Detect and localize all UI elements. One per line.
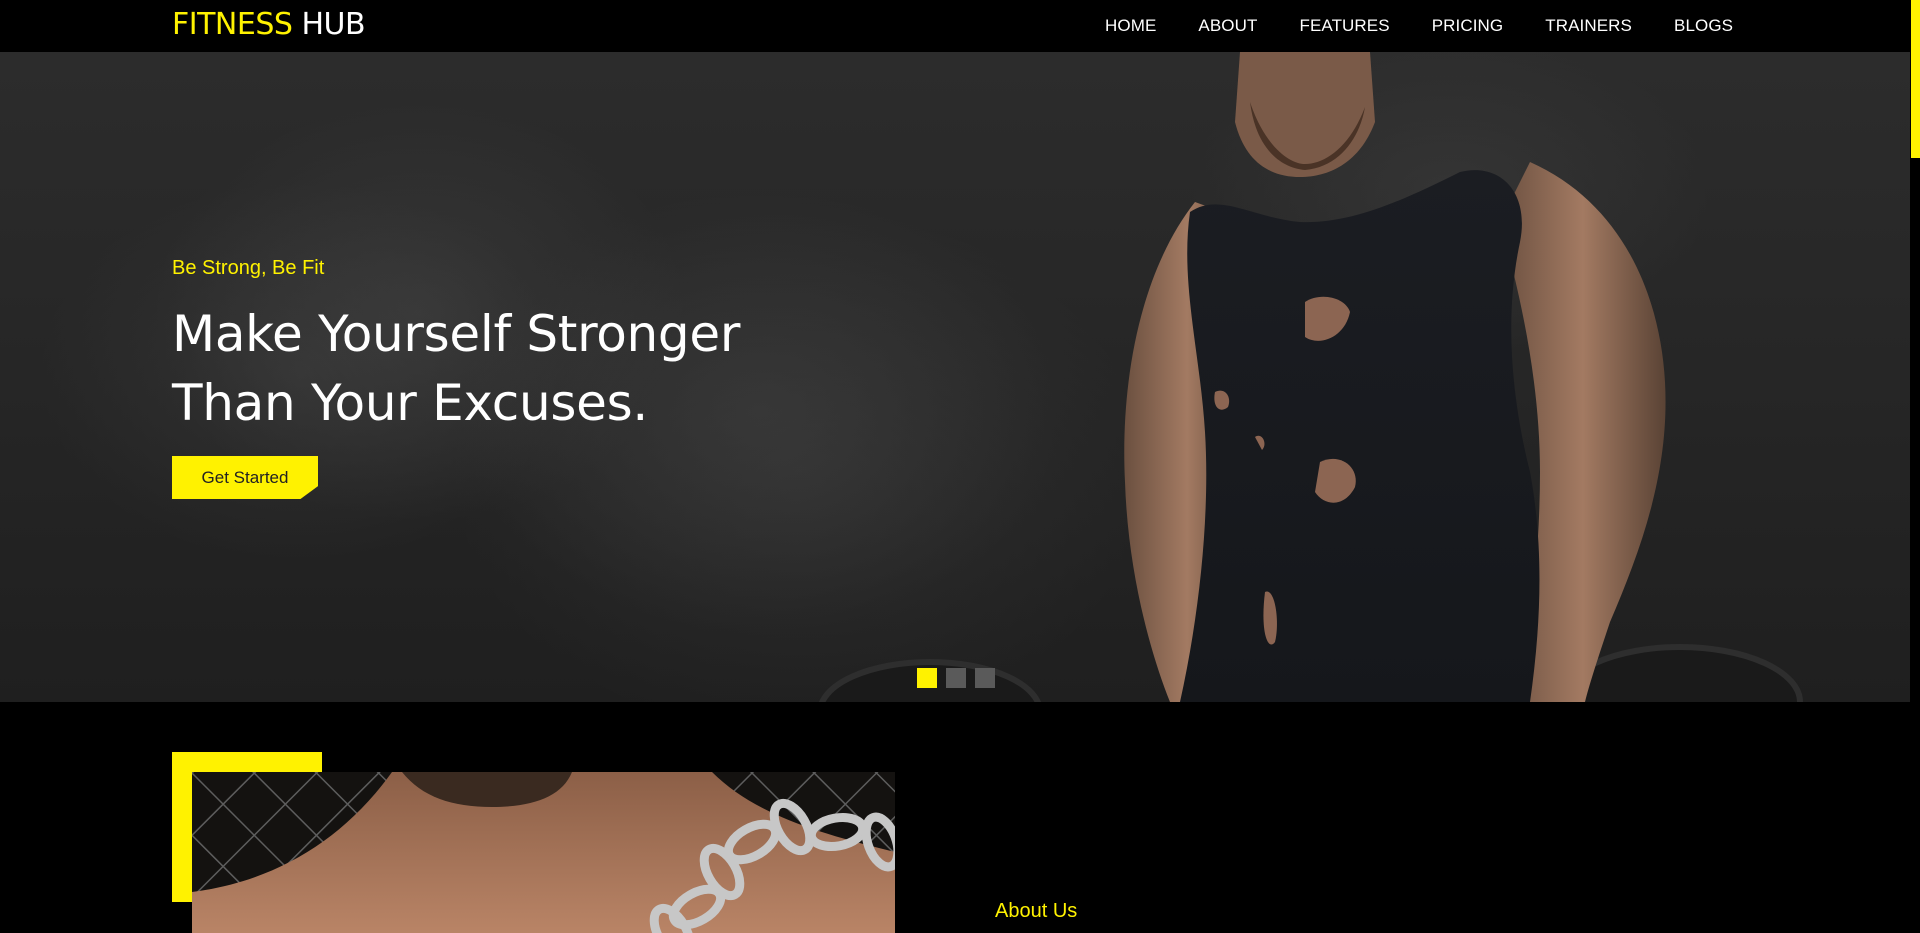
about-athlete-image (192, 772, 895, 933)
hero-section: Be Strong, Be Fit Make Yourself Stronger… (0, 52, 1910, 702)
nav-item-pricing[interactable]: PRICING (1432, 16, 1504, 36)
hero-content: Be Strong, Be Fit Make Yourself Stronger… (172, 257, 812, 499)
hero-headline-line1: Make Yourself Stronger (172, 305, 741, 363)
about-section: About Us (0, 702, 1910, 933)
about-image-frame-top (172, 752, 322, 772)
nav-menu: HOME ABOUT FEATURES PRICING TRAINERS BLO… (1085, 0, 1754, 52)
nav-item-features[interactable]: FEATURES (1299, 16, 1389, 36)
nav-item-about[interactable]: ABOUT (1198, 16, 1257, 36)
page-scrollbar[interactable] (1910, 0, 1920, 933)
get-started-button[interactable]: Get Started (172, 456, 318, 499)
hero-headline-line2: Than Your Excuses. (172, 374, 648, 432)
about-image-frame-left (172, 752, 192, 902)
scrollbar-thumb[interactable] (1911, 0, 1920, 158)
carousel-dot-2[interactable] (946, 668, 966, 688)
about-us-label: About Us (995, 900, 1078, 922)
carousel-dot-3[interactable] (975, 668, 995, 688)
nav-item-blogs[interactable]: BLOGS (1674, 16, 1733, 36)
carousel-indicators (917, 668, 995, 688)
brand-logo[interactable]: FITNESS HUB (172, 7, 366, 42)
hero-headline: Make Yourself Stronger Than Your Excuses… (172, 300, 812, 438)
navbar: FITNESS HUB HOME ABOUT FEATURES PRICING … (0, 0, 1910, 52)
brand-name-second: HUB (301, 7, 366, 42)
brand-name-first: FITNESS (172, 7, 293, 42)
carousel-dot-1[interactable] (917, 668, 937, 688)
hero-tagline: Be Strong, Be Fit (172, 257, 325, 279)
nav-item-trainers[interactable]: TRAINERS (1545, 16, 1632, 36)
nav-item-home[interactable]: HOME (1105, 16, 1156, 36)
